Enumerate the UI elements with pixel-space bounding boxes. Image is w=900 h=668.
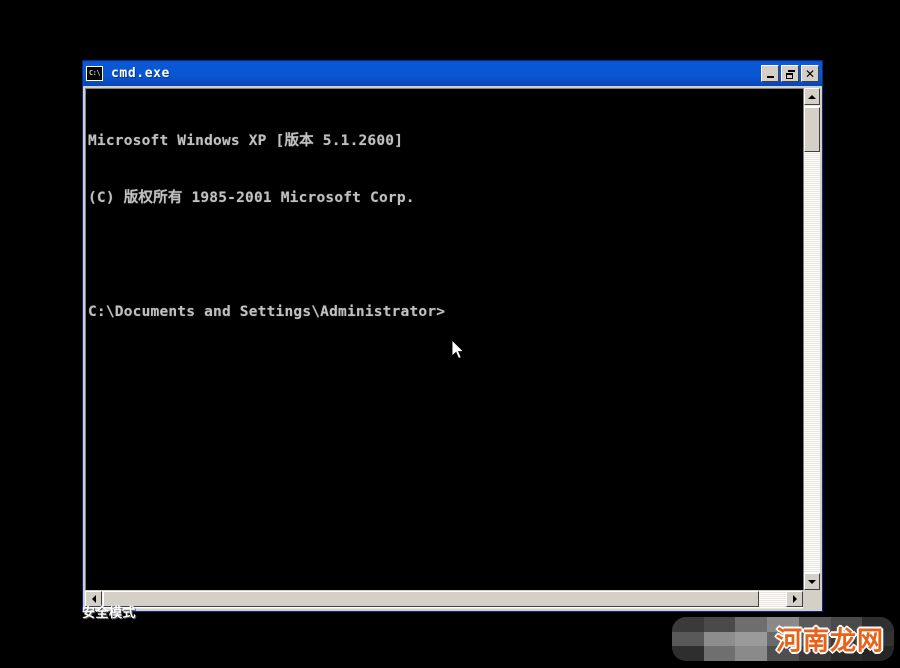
console-line: (C) 版权所有 1985-2001 Microsoft Corp.: [88, 190, 415, 206]
minimize-button[interactable]: [761, 65, 779, 82]
chevron-down-icon: [808, 579, 816, 584]
console-output: Microsoft Windows XP [版本 5.1.2600] (C) 版…: [86, 89, 803, 360]
console-line: Microsoft Windows XP [版本 5.1.2600]: [88, 133, 404, 149]
console-icon: C:\: [86, 66, 103, 81]
window-controls: ✕: [761, 65, 820, 82]
safe-mode-label: 安全模式: [82, 606, 137, 621]
scroll-down-button[interactable]: [804, 573, 820, 590]
horizontal-scrollbar-thumb[interactable]: [103, 591, 759, 607]
vertical-scrollbar[interactable]: [803, 88, 820, 590]
restore-button[interactable]: [781, 65, 799, 82]
close-button[interactable]: ✕: [801, 65, 819, 82]
console-screen[interactable]: Microsoft Windows XP [版本 5.1.2600] (C) 版…: [85, 88, 803, 590]
scrollbar-corner: [803, 591, 820, 609]
horizontal-scrollbar-track[interactable]: [102, 591, 786, 609]
horizontal-scrollbar[interactable]: [85, 591, 803, 609]
vertical-scrollbar-track[interactable]: [804, 105, 820, 573]
restore-icon: [785, 69, 795, 79]
vertical-scrollbar-thumb[interactable]: [804, 107, 820, 152]
minimize-icon: [766, 75, 774, 78]
console-prompt-line: C:\Documents and Settings\Administrator>: [88, 304, 446, 320]
watermark: 河南龙网: [672, 617, 894, 661]
console-icon-glyph: C:\: [88, 69, 101, 77]
cmd-window[interactable]: C:\ cmd.exe ✕ Microsoft Windows XP [版本 5…: [82, 60, 823, 612]
scroll-up-button[interactable]: [804, 88, 820, 105]
watermark-text: 河南龙网: [775, 626, 884, 657]
chevron-right-icon: [792, 595, 797, 603]
console-row: Microsoft Windows XP [版本 5.1.2600] (C) 版…: [85, 88, 820, 590]
horizontal-scrollbar-row: [85, 591, 820, 609]
window-title-bar[interactable]: C:\ cmd.exe ✕: [83, 61, 822, 86]
window-title: cmd.exe: [111, 66, 170, 81]
chevron-up-icon: [808, 94, 816, 99]
close-icon: ✕: [804, 66, 816, 81]
scroll-right-button[interactable]: [786, 591, 803, 607]
window-client-area: Microsoft Windows XP [版本 5.1.2600] (C) 版…: [83, 86, 822, 611]
